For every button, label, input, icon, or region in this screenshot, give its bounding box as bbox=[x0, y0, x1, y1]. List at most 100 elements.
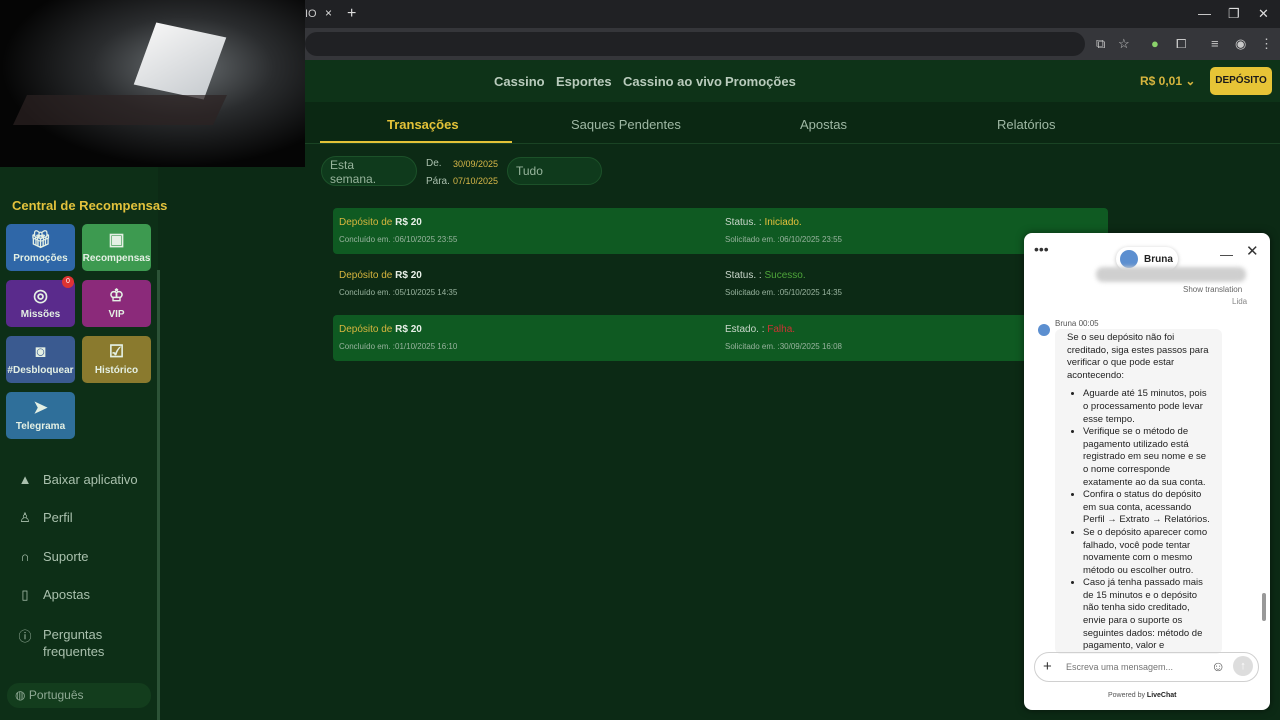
attach-icon[interactable]: + bbox=[1043, 658, 1052, 675]
sidebar-item-label: Perfil bbox=[43, 510, 73, 525]
book-icon: ▯ bbox=[21, 587, 29, 602]
more-options-icon[interactable]: ••• bbox=[1034, 241, 1049, 257]
gift-icon: 🎁︎ bbox=[29, 230, 52, 249]
avatar bbox=[1038, 324, 1050, 336]
sidebar-item-perfil[interactable]: ♙ Perfil bbox=[16, 510, 73, 526]
type-value: Tudo bbox=[516, 164, 543, 178]
close-chat-icon[interactable]: ✕ bbox=[1246, 242, 1259, 260]
bookmark-star-icon[interactable]: ☆ bbox=[1118, 36, 1130, 52]
transaction-completed: Concluído em. :06/10/2025 23:55 bbox=[339, 235, 458, 244]
language-select[interactable]: ◍ Português bbox=[7, 683, 151, 708]
new-tab-icon[interactable]: + bbox=[347, 5, 356, 23]
balance-value: R$ 0,01 bbox=[1140, 74, 1183, 88]
from-date[interactable]: 30/09/2025 bbox=[453, 159, 498, 169]
translate-icon[interactable]: ⧉ bbox=[1096, 36, 1105, 52]
send-button[interactable]: ↑ bbox=[1233, 656, 1253, 676]
wallet-icon: ▣ bbox=[108, 230, 125, 249]
puzzle-icon[interactable]: ⧠ bbox=[1176, 36, 1186, 52]
message-intro: Se o seu depósito não foi creditado, sig… bbox=[1067, 332, 1209, 381]
transaction-row[interactable]: Depósito de R$ 20 Concluído em. :06/10/2… bbox=[333, 208, 1108, 254]
tile-telegrama[interactable]: ➤ Telegrama bbox=[6, 392, 75, 439]
tile-promocoes[interactable]: 🎁︎ Promoções bbox=[6, 224, 75, 271]
window-close-icon[interactable]: ✕ bbox=[1258, 6, 1269, 22]
android-icon: ▲ bbox=[18, 472, 32, 487]
emoji-icon[interactable]: ☺ bbox=[1211, 658, 1225, 674]
sidebar-item-label: Suporte bbox=[43, 549, 89, 564]
transaction-amount: R$ 20 bbox=[395, 270, 422, 281]
message-meta: Bruna 00:05 bbox=[1055, 319, 1099, 328]
tile-label: #Desbloquear bbox=[7, 365, 74, 376]
deposit-button[interactable]: DEPÓSITO bbox=[1210, 67, 1272, 95]
transaction-status: Status. : Iniciado. bbox=[725, 217, 802, 228]
tile-label: Histórico bbox=[94, 365, 139, 376]
minimize-chat-icon[interactable]: — bbox=[1220, 247, 1233, 262]
nav-cassino-ao-vivo[interactable]: Cassino ao vivo bbox=[623, 74, 722, 89]
tab-relatorios[interactable]: Relatórios bbox=[997, 117, 1056, 132]
to-label: Pára. bbox=[426, 176, 450, 187]
show-translation-link[interactable]: Show translation bbox=[1183, 285, 1242, 294]
camera-icon: ◙ bbox=[35, 342, 46, 361]
rewards-title: Central de Recompensas bbox=[12, 198, 168, 213]
tile-label: Recompensas bbox=[82, 253, 151, 264]
tile-desbloquear[interactable]: ◙ #Desbloquear bbox=[6, 336, 75, 383]
transaction-row[interactable]: Depósito de R$ 20 Concluído em. :01/10/2… bbox=[333, 315, 1108, 361]
transaction-row[interactable]: Depósito de R$ 20 Concluído em. :05/10/2… bbox=[333, 261, 1108, 307]
extension-icon[interactable]: ● bbox=[1151, 36, 1159, 51]
transaction-completed: Concluído em. :01/10/2025 16:10 bbox=[339, 342, 458, 351]
transaction-type: Depósito de bbox=[339, 324, 393, 335]
tile-label: Missões bbox=[20, 309, 61, 320]
chat-scrollbar[interactable] bbox=[1262, 593, 1266, 621]
balance-display[interactable]: R$ 0,01 ⌄ bbox=[1140, 74, 1195, 88]
list-item: Confira o status do depósito em sua cont… bbox=[1083, 489, 1210, 527]
sidebar-item-apostas[interactable]: ▯ Apostas bbox=[16, 587, 90, 603]
powered-label: Powered by bbox=[1108, 692, 1145, 699]
from-label: De. bbox=[426, 158, 442, 169]
status-label: Status. : bbox=[725, 270, 762, 281]
nav-promocoes[interactable]: Promoções bbox=[725, 74, 796, 89]
sidebar-item-label: Perguntas frequentes bbox=[43, 627, 105, 659]
media-icon[interactable]: ≡ bbox=[1211, 36, 1219, 51]
transaction-title: Depósito de R$ 20 bbox=[339, 270, 422, 281]
tile-recompensas[interactable]: ▣ Recompensas bbox=[82, 224, 151, 271]
tile-historico[interactable]: ☑ Histórico bbox=[82, 336, 151, 383]
sidebar-item-baixar-aplicativo[interactable]: ▲ Baixar aplicativo bbox=[16, 472, 138, 487]
menu-dots-icon[interactable]: ⋮ bbox=[1260, 36, 1273, 52]
address-bar[interactable] bbox=[305, 32, 1085, 56]
globe-icon: ◍ bbox=[15, 688, 26, 702]
sidebar-item-suporte[interactable]: ∩ Suporte bbox=[16, 549, 89, 564]
tile-vip[interactable]: ♔ VIP bbox=[82, 280, 151, 327]
period-select[interactable]: Esta semana. bbox=[321, 156, 417, 186]
message-input[interactable] bbox=[1066, 660, 1186, 674]
sidebar-item-perguntas-frequentes[interactable]: ⓘ Perguntas frequentes bbox=[16, 626, 123, 660]
list-item: Aguarde até 15 minutos, pois o processam… bbox=[1083, 388, 1210, 426]
transaction-requested: Solicitado em. :05/10/2025 14:35 bbox=[725, 288, 842, 297]
transaction-completed: Concluído em. :05/10/2025 14:35 bbox=[339, 288, 458, 297]
transaction-amount: R$ 20 bbox=[395, 217, 422, 228]
tab-saques-pendentes[interactable]: Saques Pendentes bbox=[571, 117, 681, 132]
nav-cassino[interactable]: Cassino bbox=[494, 74, 545, 89]
powered-by: Powered by LiveChat bbox=[1108, 692, 1176, 699]
transaction-status: Status. : Sucesso. bbox=[725, 270, 806, 281]
tab-close-icon[interactable]: × bbox=[325, 6, 337, 22]
minimize-icon[interactable]: — bbox=[1198, 6, 1211, 21]
transaction-title: Depósito de R$ 20 bbox=[339, 217, 422, 228]
headset-icon: ∩ bbox=[20, 549, 30, 564]
tab-transacoes[interactable]: Transações bbox=[387, 117, 459, 132]
restore-icon[interactable]: ❐ bbox=[1228, 6, 1240, 22]
to-date[interactable]: 07/10/2025 bbox=[453, 176, 498, 186]
list-item: Verifique se o método de pagamento utili… bbox=[1083, 426, 1210, 489]
webcam-overlay bbox=[0, 0, 305, 167]
type-select[interactable]: Tudo bbox=[507, 157, 602, 185]
tab-apostas[interactable]: Apostas bbox=[800, 117, 847, 132]
active-tab-indicator bbox=[320, 141, 512, 143]
list-item: Se o depósito aparecer como falhado, voc… bbox=[1083, 527, 1210, 577]
sidebar-scrollbar[interactable] bbox=[157, 270, 160, 720]
powered-brand: LiveChat bbox=[1146, 692, 1177, 699]
transaction-type: Depósito de bbox=[339, 217, 393, 228]
tile-label: Telegrama bbox=[15, 421, 66, 432]
period-value: Esta semana. bbox=[330, 158, 377, 186]
nav-esportes[interactable]: Esportes bbox=[556, 74, 612, 89]
profile-icon[interactable]: ◉ bbox=[1235, 36, 1246, 52]
telegram-icon: ➤ bbox=[33, 398, 48, 417]
agent-name: Bruna bbox=[1144, 254, 1173, 265]
